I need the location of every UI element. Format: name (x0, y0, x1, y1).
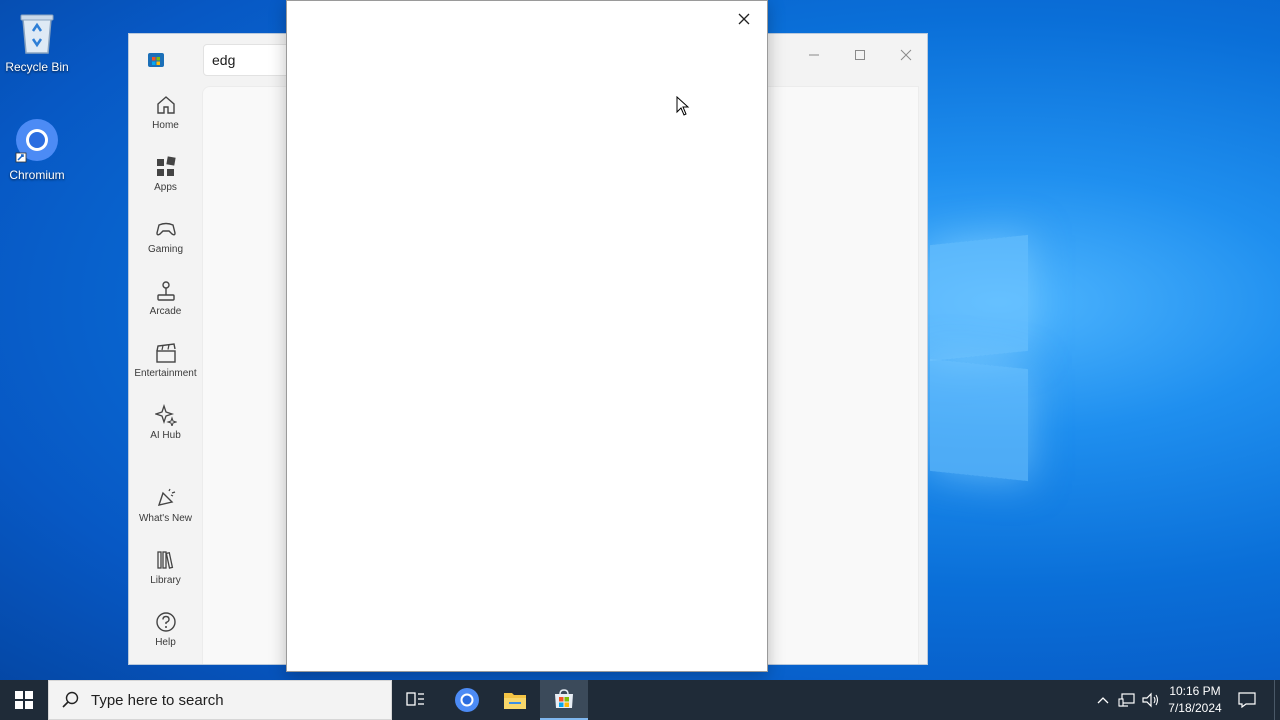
nav-label: Gaming (147, 244, 183, 255)
windows-start-icon (15, 691, 33, 709)
maximize-button[interactable] (837, 40, 883, 70)
nav-item-arcade[interactable]: Arcade (129, 280, 202, 317)
action-center-button[interactable] (1234, 680, 1260, 720)
gamepad-icon (155, 222, 176, 236)
notification-icon (1238, 692, 1256, 708)
mouse-cursor-icon (676, 95, 690, 116)
task-view-icon (406, 692, 424, 706)
taskbar-chromium-button[interactable] (443, 680, 491, 720)
search-icon (62, 691, 79, 708)
minimize-icon (809, 54, 819, 56)
nav-label: Apps (154, 182, 177, 193)
megaphone-icon (157, 488, 175, 506)
nav-item-gaming[interactable]: Gaming (129, 218, 202, 255)
maximize-icon (855, 50, 865, 60)
show-desktop-divider (1274, 680, 1275, 720)
nav-item-library[interactable]: Library (129, 549, 202, 586)
folder-icon (504, 693, 526, 709)
nav-item-whats-new[interactable]: What's New (129, 487, 202, 524)
help-icon (155, 612, 176, 632)
chromium-icon (13, 116, 61, 164)
chevron-up-icon (1097, 697, 1109, 704)
clapperboard-icon (155, 343, 176, 363)
task-view-button[interactable] (392, 680, 440, 720)
recycle-bin-icon (13, 8, 61, 56)
apps-icon (156, 156, 176, 176)
nav-item-entertainment[interactable]: Entertainment (129, 342, 202, 379)
nav-item-home[interactable]: Home (129, 94, 202, 131)
speaker-icon (1142, 692, 1159, 708)
network-icon (1118, 693, 1135, 707)
nav-label: Entertainment (134, 368, 197, 379)
sparkle-icon (154, 404, 177, 426)
clock-time: 10:16 PM (1169, 684, 1221, 698)
nav-label: Home (152, 120, 179, 131)
nav-label: Library (150, 575, 181, 586)
library-icon (156, 551, 173, 569)
nav-item-ai-hub[interactable]: AI Hub (129, 404, 202, 441)
taskbar-clock[interactable]: 10:16 PM 7/18/2024 (1164, 683, 1226, 717)
nav-label: Help (155, 637, 176, 648)
nav-label: AI Hub (150, 430, 181, 441)
close-window-button[interactable] (883, 40, 929, 70)
show-hidden-icons-button[interactable] (1092, 680, 1114, 720)
taskbar-store-button[interactable] (540, 680, 588, 720)
close-icon (738, 13, 750, 25)
desktop-icon-recycle-bin[interactable]: Recycle Bin (0, 8, 74, 74)
minimize-button[interactable] (791, 40, 837, 70)
volume-button[interactable] (1140, 680, 1162, 720)
start-button[interactable] (0, 680, 48, 720)
popup-dialog (286, 0, 768, 672)
nav-label: Arcade (149, 306, 182, 317)
desktop-icon-label: Recycle Bin (5, 60, 69, 74)
taskbar-file-explorer-button[interactable] (491, 680, 539, 720)
nav-label: What's New (138, 513, 193, 524)
store-icon (555, 689, 573, 708)
nav-item-help[interactable]: Help (129, 611, 202, 648)
chromium-icon (455, 688, 479, 712)
desktop-icon-label: Chromium (9, 168, 65, 182)
close-icon (900, 49, 912, 61)
desktop-icon-chromium[interactable]: Chromium (0, 116, 74, 182)
dialog-close-button[interactable] (735, 10, 753, 28)
nav-item-apps[interactable]: Apps (129, 156, 202, 193)
taskbar-search-placeholder: Type here to search (91, 691, 224, 709)
network-button[interactable] (1116, 680, 1138, 720)
joystick-icon (156, 281, 175, 301)
taskbar-search-box[interactable]: Type here to search (48, 680, 392, 720)
taskbar: Type here to search 10:16 PM 7/18/2024 (0, 680, 1280, 720)
store-logo-icon (147, 50, 165, 68)
clock-date: 7/18/2024 (1168, 701, 1222, 715)
home-icon (156, 96, 175, 114)
